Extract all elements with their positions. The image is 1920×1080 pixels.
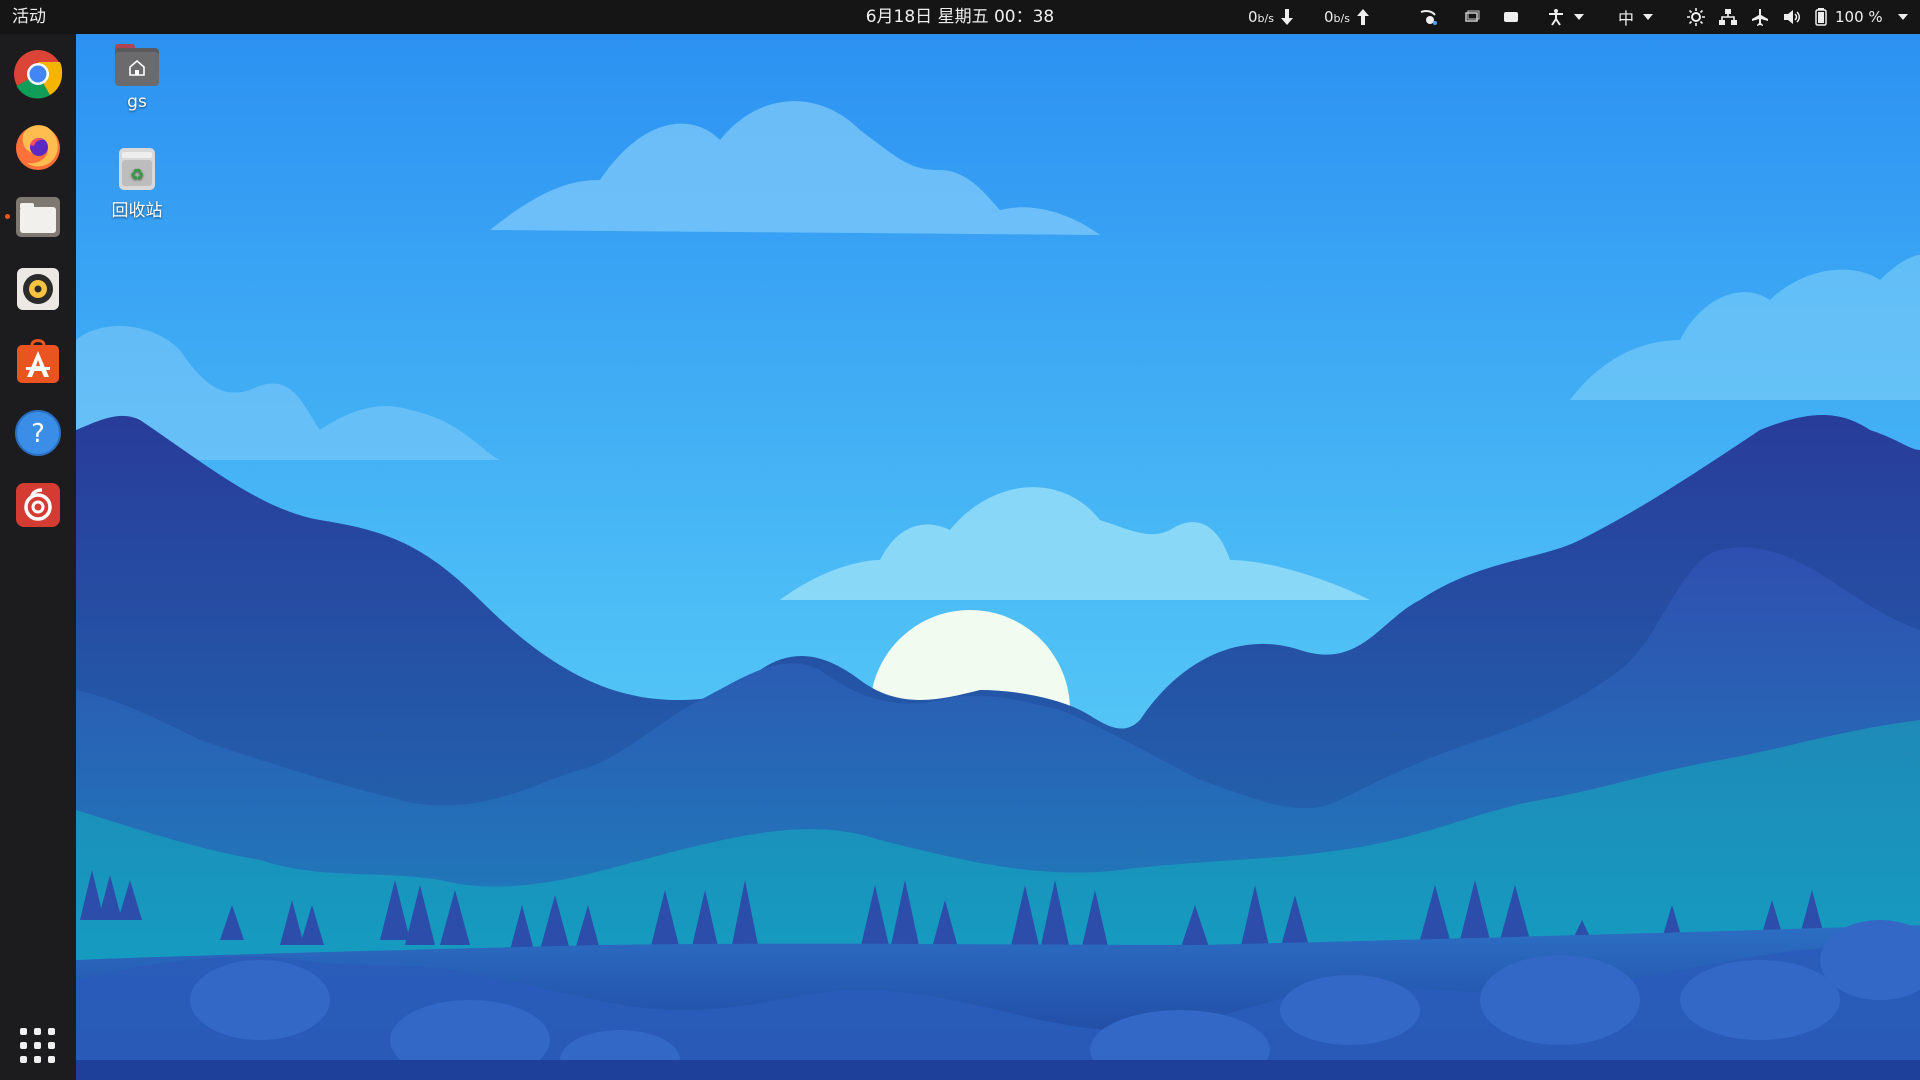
battery-percent: 100 %: [1835, 8, 1883, 26]
tray-app-icon: [1420, 10, 1437, 25]
brightness-icon: [1687, 8, 1705, 26]
chevron-down-icon: [1574, 14, 1584, 20]
dock-item-software[interactable]: [12, 335, 64, 387]
date-time-menu[interactable]: 6月18日 星期五 00：38: [866, 7, 1055, 27]
net-down-value: 0: [1248, 8, 1258, 26]
svg-text:♻: ♻: [130, 165, 144, 184]
airplane-mode-icon: [1752, 9, 1768, 26]
input-method-menu[interactable]: 中: [1618, 0, 1654, 34]
net-up-value: 0: [1323, 8, 1334, 26]
dock: ?: [0, 34, 76, 1080]
system-menu[interactable]: 100 %: [1687, 0, 1909, 34]
net-down-unit: b/s: [1257, 12, 1274, 25]
svg-text:?: ?: [31, 419, 45, 449]
desktop-icon-trash[interactable]: ♻ 回收站: [87, 146, 187, 221]
network-wired-icon: [1719, 9, 1737, 25]
desktop-icon-label: gs: [127, 92, 147, 112]
chrome-icon: [14, 50, 63, 99]
tray-app-indicator[interactable]: [1418, 0, 1438, 34]
input-method-label: 中: [1618, 9, 1635, 28]
rhythmbox-icon: [17, 268, 59, 310]
net-up-unit: b/s: [1333, 12, 1350, 25]
battery-icon: [1815, 8, 1827, 26]
volume-icon: [1784, 10, 1800, 24]
desktop-screen: { "topbar": { "activities_label": "活动", …: [0, 0, 1920, 1080]
keyboard-icon: [1504, 12, 1518, 22]
net-down-speed: 0b/s: [1248, 8, 1294, 26]
running-indicator: [5, 214, 10, 219]
help-icon: ?: [15, 410, 61, 456]
tray-keyboard-indicator[interactable]: [1503, 0, 1519, 34]
files-icon: [16, 197, 60, 237]
dock-item-netease-music[interactable]: [12, 479, 64, 531]
arrow-down-icon: [1280, 9, 1293, 25]
dock-item-chrome[interactable]: [12, 48, 64, 100]
activities-button[interactable]: 活动: [12, 0, 46, 34]
tray-window-indicator[interactable]: [1464, 0, 1480, 34]
desktop-icon-home[interactable]: gs: [87, 42, 187, 112]
app-grid-icon: [20, 1028, 27, 1035]
desktop-icon-label: 回收站: [111, 201, 163, 221]
net-speed-indicator[interactable]: 0b/s 0b/s: [1248, 0, 1370, 34]
accessibility-icon: [1549, 9, 1563, 26]
software-center-icon: [17, 339, 59, 383]
chevron-down-icon: [1643, 14, 1654, 20]
home-folder-icon: [115, 44, 159, 86]
window-icon: [1465, 10, 1480, 22]
firefox-icon: [16, 125, 60, 170]
dock-item-files[interactable]: [12, 191, 64, 243]
wallpaper: [0, 0, 1920, 1080]
net-up-speed: 0b/s: [1324, 8, 1370, 26]
accessibility-menu[interactable]: [1547, 0, 1585, 34]
dock-item-firefox[interactable]: [12, 120, 64, 172]
arrow-up-icon: [1356, 9, 1369, 25]
chevron-down-icon: [1897, 14, 1908, 20]
dock-item-rhythmbox[interactable]: [12, 263, 64, 315]
show-apps-button[interactable]: [18, 1026, 58, 1066]
netease-music-icon: [16, 483, 60, 527]
top-bar: 活动 6月18日 星期五 00：38 0b/s 0b/s 中 100 %: [0, 0, 1920, 34]
dock-item-help[interactable]: ?: [12, 407, 64, 459]
trash-icon: ♻: [119, 148, 155, 190]
